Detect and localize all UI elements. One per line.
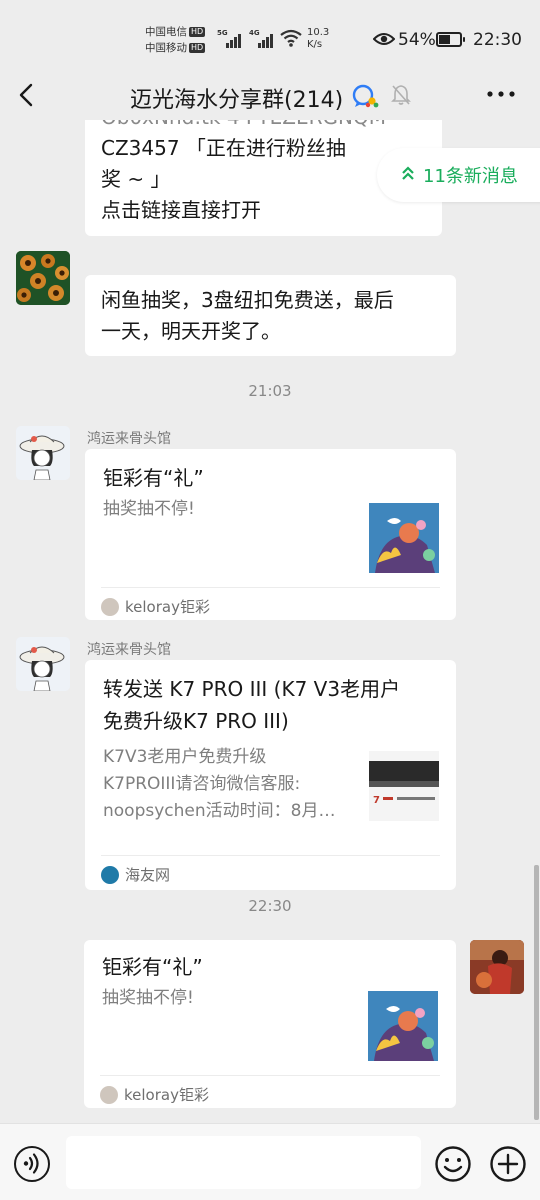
battery-percent: 54% <box>398 30 436 50</box>
card-thumbnail: 7 <box>369 751 439 821</box>
new-messages-button[interactable]: 11条新消息 <box>377 148 540 202</box>
source-name: keloray钜彩 <box>125 598 210 616</box>
more-options-icon[interactable] <box>486 84 516 104</box>
card-title: 免费升级K7 PRO III) <box>103 709 289 733</box>
link-card[interactable]: 转发送 K7 PRO III (K7 V3老用户 免费升级K7 PRO III)… <box>85 660 456 890</box>
my-avatar[interactable] <box>470 940 524 994</box>
source-name: 海友网 <box>125 866 171 884</box>
emoji-icon[interactable] <box>434 1145 472 1183</box>
link-card[interactable]: 钜彩有“礼” 抽奖抽不停! keloray钜彩 <box>84 940 456 1108</box>
card-thumbnail <box>369 503 439 573</box>
back-arrow-icon[interactable] <box>14 82 40 108</box>
card-title: 钜彩有“礼” <box>102 955 203 979</box>
link-card[interactable]: 钜彩有“礼” 抽奖抽不停! keloray钜彩 <box>85 449 456 620</box>
message-bubble[interactable]: 闲鱼抽奖，3盘纽扣免费送，最后 一天，明天开奖了。 <box>85 275 456 356</box>
avatar[interactable] <box>16 637 70 691</box>
clock: 22:30 <box>473 30 522 50</box>
carrier-2: 中国移动 <box>145 42 187 54</box>
input-bar <box>0 1123 540 1200</box>
eye-comfort-icon <box>373 33 395 45</box>
battery-icon <box>436 32 465 47</box>
card-source: 海友网 <box>101 855 440 885</box>
sender-name: 鸿运来骨头馆 <box>87 431 171 447</box>
carrier-info: 中国电信 HD 中国移动 HD <box>145 24 206 56</box>
message-text: 点击链接直接打开 <box>101 198 261 222</box>
message-text: 闲鱼抽奖，3盘纽扣免费送，最后 <box>101 288 394 312</box>
hd-badge: HD <box>189 43 206 53</box>
avatar[interactable] <box>16 251 70 305</box>
sender-name: 鸿运来骨头馆 <box>87 642 171 658</box>
hd-badge: HD <box>189 27 206 37</box>
card-title: 钜彩有“礼” <box>103 466 204 490</box>
message-input[interactable] <box>66 1136 421 1189</box>
card-description: 抽奖抽不停! <box>103 499 195 519</box>
card-description: noopsychen活动时间：8月… <box>103 801 336 821</box>
new-messages-label: 11条新消息 <box>423 166 518 187</box>
chat-title: 迈光海水分享群(214) <box>130 88 344 113</box>
chat-header: 迈光海水分享群(214) <box>0 80 540 120</box>
source-logo-icon <box>101 597 119 616</box>
card-description: K7PROIII请咨询微信客服: <box>103 774 301 794</box>
svg-text:7: 7 <box>373 795 380 806</box>
source-logo-icon <box>100 1085 118 1104</box>
timestamp: 22:30 <box>248 897 292 915</box>
avatar[interactable] <box>16 426 70 480</box>
double-chevron-up-icon <box>402 166 414 180</box>
card-title: 转发送 K7 PRO III (K7 V3老用户 <box>103 677 401 701</box>
message-text: CZ3457 「正在进行粉丝抽 <box>101 136 346 160</box>
voice-input-button[interactable] <box>14 1146 50 1182</box>
carrier-1: 中国电信 <box>145 26 187 38</box>
status-bar: 中国电信 HD 中国移动 HD 5G 4G 10.3 K/s 54% 22:30 <box>0 0 540 80</box>
card-source: keloray钜彩 <box>100 1075 440 1105</box>
network-speed: 10.3 K/s <box>307 27 330 50</box>
card-description: K7V3老用户免费升级 <box>103 747 267 767</box>
message-text: Ob0xNhd:tk 4 FYEZERGNQM <box>101 120 386 133</box>
ai-assistant-icon[interactable] <box>351 83 381 109</box>
scrollbar[interactable] <box>534 865 539 1120</box>
card-thumbnail <box>368 991 438 1061</box>
plus-icon[interactable] <box>489 1145 527 1183</box>
voice-icon <box>23 1153 39 1174</box>
wifi-icon <box>280 29 302 47</box>
message-text: 奖 ~ 」 <box>101 167 171 191</box>
message-list[interactable]: Ob0xNhd:tk 4 FYEZERGNQM CZ3457 「正在进行粉丝抽 … <box>0 120 540 1123</box>
timestamp: 21:03 <box>248 382 292 400</box>
card-description: 抽奖抽不停! <box>102 988 194 1008</box>
source-logo-icon <box>101 865 119 884</box>
card-source: keloray钜彩 <box>101 587 440 617</box>
source-name: keloray钜彩 <box>124 1086 209 1104</box>
mute-bell-icon <box>391 85 411 105</box>
message-text: 一天，明天开奖了。 <box>101 319 281 343</box>
